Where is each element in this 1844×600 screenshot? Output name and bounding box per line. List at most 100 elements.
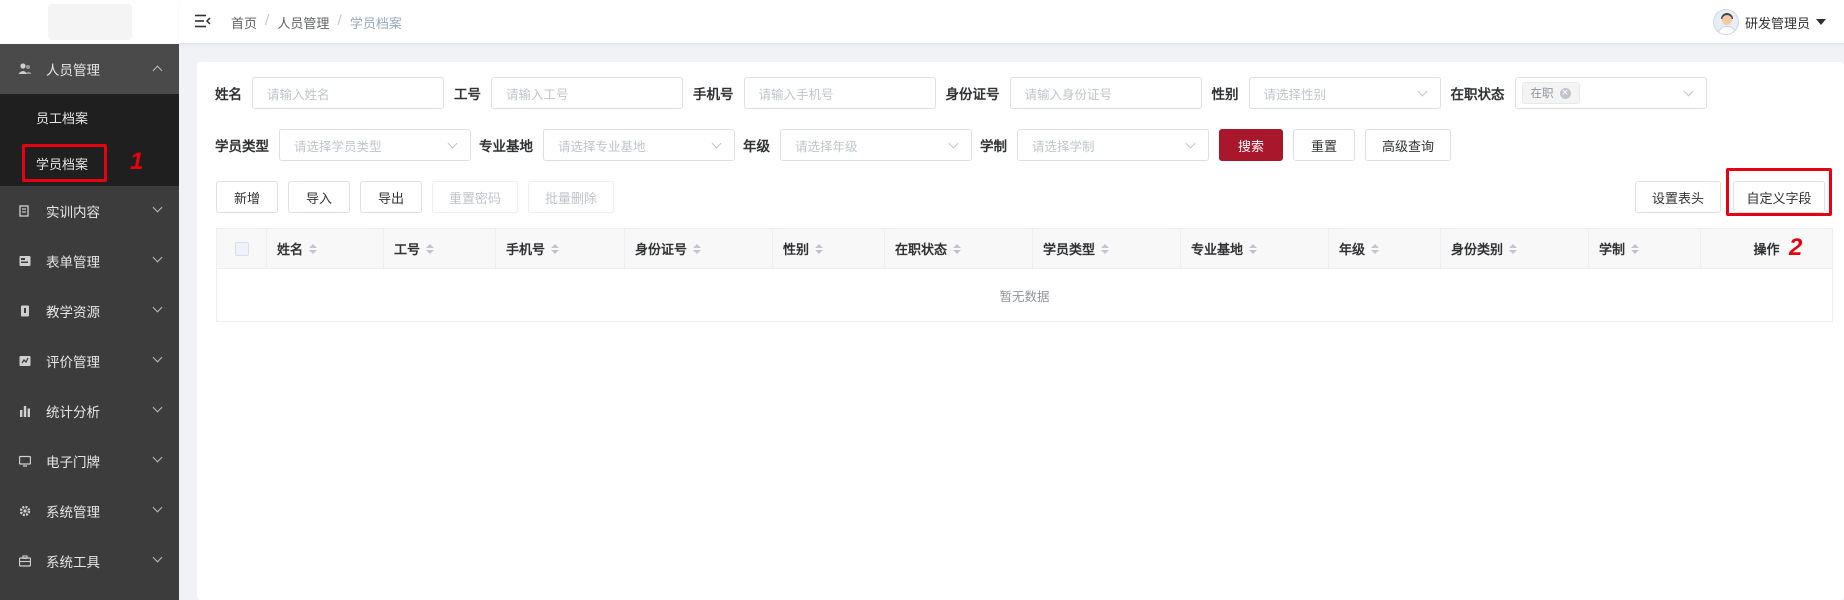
student-type-select[interactable]: 请选择学员类型	[279, 129, 471, 161]
gender-select[interactable]: 请选择性别	[1248, 77, 1441, 109]
sidebar-item-system-management[interactable]: 系统管理	[0, 486, 179, 536]
sort-icon[interactable]	[1509, 243, 1518, 254]
table-header: 姓名 工号 手机号 身份证号 性别 在职状态 学员类型 专业基地 年级 身份类别…	[217, 229, 1832, 269]
name-label: 姓名	[215, 87, 242, 103]
column-header-actions: 操作 2	[1753, 234, 1803, 261]
phone-input[interactable]: 请输入手机号	[743, 77, 936, 109]
data-table: 姓名 工号 手机号 身份证号 性别 在职状态 学员类型 专业基地 年级 身份类别…	[216, 228, 1833, 322]
toolbox-icon	[18, 554, 32, 568]
sidebar-item-statistics[interactable]: 统计分析	[0, 386, 179, 436]
annotation-number: 1	[130, 148, 144, 175]
avatar	[1712, 9, 1739, 35]
status-tag: 在职 ×	[1521, 82, 1580, 104]
sort-icon[interactable]	[1101, 243, 1110, 254]
sidebar-item-label: 表单管理	[46, 255, 100, 271]
system-select[interactable]: 请选择学制	[1017, 129, 1209, 161]
sidebar-item-teaching-resources[interactable]: 教学资源	[0, 286, 179, 336]
sort-icon[interactable]	[309, 243, 318, 254]
id-input[interactable]: 请输入工号	[491, 77, 683, 109]
top-navbar: 首页 / 人员管理 / 学员档案 研发管理员	[179, 0, 1844, 44]
sidebar-item-student-records[interactable]: 学员档案 1	[0, 140, 179, 186]
chevron-down-icon	[711, 138, 722, 149]
sort-icon[interactable]	[1371, 243, 1380, 254]
status-select[interactable]: 在职 ×	[1514, 77, 1707, 109]
base-select[interactable]: 请选择专业基地	[543, 129, 735, 161]
sort-icon[interactable]	[426, 243, 435, 254]
column-header[interactable]: 学制	[1589, 229, 1701, 268]
close-icon[interactable]: ×	[1559, 87, 1571, 99]
column-header[interactable]: 姓名	[267, 229, 384, 268]
hamburger-icon[interactable]	[195, 14, 211, 28]
main-panel: 姓名 请输入姓名 工号 请输入工号 手机号 请输入手机号 身份证号 请输入身份证…	[197, 62, 1844, 600]
table-toolbar: 新增 导入 导出 重置密码 批量删除	[216, 181, 614, 213]
reset-password-button[interactable]: 重置密码	[432, 181, 518, 213]
add-button[interactable]: 新增	[216, 181, 278, 213]
column-header[interactable]: 工号	[384, 229, 496, 268]
column-header[interactable]: 专业基地	[1181, 229, 1329, 268]
gender-label: 性别	[1211, 87, 1239, 103]
column-header[interactable]: 身份类别	[1441, 229, 1589, 268]
name-input[interactable]: 请输入姓名	[252, 77, 444, 109]
sort-icon[interactable]	[551, 243, 560, 254]
grade-select[interactable]: 请选择年级	[780, 129, 972, 161]
sort-icon[interactable]	[1249, 243, 1258, 254]
sidebar-item-system-tools[interactable]: 系统工具	[0, 536, 179, 586]
export-button[interactable]: 导出	[360, 181, 422, 213]
sidebar-item-forms[interactable]: 表单管理	[0, 236, 179, 286]
column-header[interactable]: 在职状态	[885, 229, 1033, 268]
sidebar-item-label: 电子门牌	[46, 455, 100, 471]
breadcrumb-home[interactable]: 首页	[231, 13, 257, 32]
chevron-up-icon	[152, 65, 163, 76]
sidebar-item-training[interactable]: 实训内容	[0, 186, 179, 236]
sidebar-item-label: 实训内容	[46, 205, 100, 221]
chevron-down-icon	[152, 202, 163, 213]
chevron-down-icon	[1417, 86, 1427, 97]
column-header[interactable]: 性别	[773, 229, 885, 268]
chevron-down-icon	[447, 138, 458, 149]
select-all-column	[217, 229, 267, 268]
column-header[interactable]: 学员类型	[1033, 229, 1181, 268]
sidebar-item-evaluation[interactable]: 评价管理	[0, 336, 179, 386]
sidebar-item-label: 人员管理	[46, 63, 100, 79]
batch-delete-button[interactable]: 批量删除	[528, 181, 614, 213]
sidebar-item-personnel[interactable]: 人员管理	[0, 44, 179, 94]
sort-icon[interactable]	[953, 243, 962, 254]
chevron-down-icon	[152, 252, 163, 263]
idcard-input[interactable]: 请输入身份证号	[1009, 77, 1202, 109]
sort-icon[interactable]	[693, 243, 702, 254]
column-header[interactable]: 身份证号	[625, 229, 773, 268]
idcard-label: 身份证号	[945, 87, 1000, 103]
submenu-personnel: 员工档案 学员档案 1	[0, 94, 179, 186]
phone-label: 手机号	[693, 87, 734, 103]
sidebar-item-label: 学员档案	[36, 157, 89, 173]
sort-icon[interactable]	[1631, 243, 1640, 254]
reset-button[interactable]: 重置	[1293, 129, 1355, 161]
column-header[interactable]: 手机号	[496, 229, 625, 268]
select-all-checkbox[interactable]	[234, 241, 249, 256]
import-button[interactable]: 导入	[288, 181, 350, 213]
highlight-frame	[1726, 168, 1832, 216]
breadcrumb-personnel[interactable]: 人员管理	[277, 13, 329, 32]
column-header[interactable]: 年级	[1329, 229, 1441, 268]
set-header-button[interactable]: 设置表头	[1635, 181, 1721, 213]
bar-chart-icon	[18, 404, 32, 418]
sidebar-item-label: 员工档案	[36, 111, 89, 127]
chevron-down-icon	[152, 302, 163, 313]
sort-icon[interactable]	[815, 243, 824, 254]
chevron-down-icon	[152, 352, 163, 363]
grade-label: 年级	[743, 139, 770, 155]
sidebar: 人员管理 员工档案 学员档案 1 实训内容 表单管理 教学资源 评价管理 统计分…	[0, 0, 179, 600]
search-button[interactable]: 搜索	[1219, 129, 1283, 161]
sidebar-item-label: 教学资源	[46, 305, 100, 321]
user-menu[interactable]: 研发管理员	[1712, 9, 1826, 35]
sidebar-item-e-doorplate[interactable]: 电子门牌	[0, 436, 179, 486]
advanced-search-button[interactable]: 高级查询	[1365, 129, 1451, 161]
id-label: 工号	[454, 87, 481, 103]
sidebar-item-staff-records[interactable]: 员工档案	[0, 94, 179, 140]
sidebar-item-label: 统计分析	[46, 405, 100, 421]
evaluation-icon	[18, 354, 32, 368]
sidebar-item-label: 系统工具	[46, 555, 100, 571]
filter-row-2: 学员类型 请选择学员类型 专业基地 请选择专业基地 年级 请选择年级 学制 请选…	[215, 129, 1451, 161]
logo	[0, 0, 179, 44]
chevron-down-icon	[1683, 86, 1693, 97]
